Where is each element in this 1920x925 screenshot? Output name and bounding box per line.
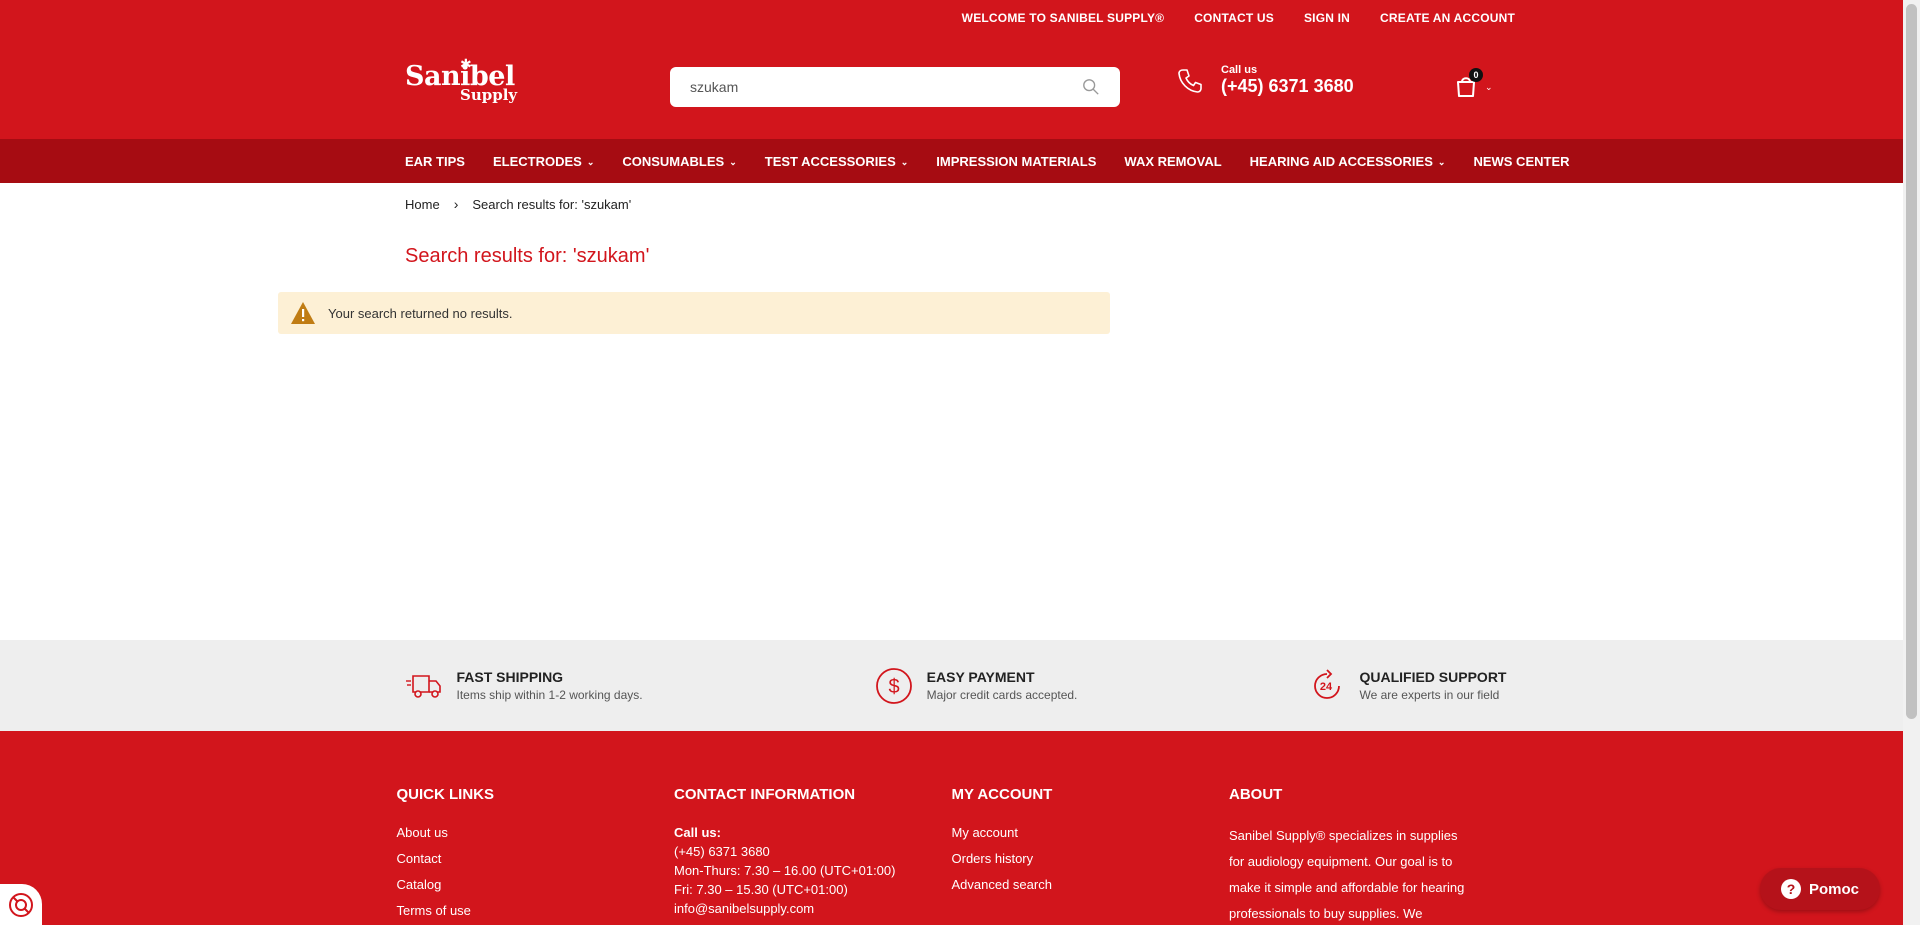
footer-link-terms[interactable]: Terms of use	[397, 901, 675, 921]
nav-item-label: HEARING AID ACCESSORIES	[1249, 153, 1433, 169]
feature-payment: $ EASY PAYMENT Major credit cards accept…	[875, 667, 1078, 705]
footer: QUICK LINKS About us Contact Catalog Ter…	[0, 731, 1903, 925]
nav-item-label: CONSUMABLES	[622, 153, 725, 169]
nav-item-wax-removal[interactable]: WAX REMOVAL	[1110, 154, 1235, 169]
top-links: WELCOME TO SANIBEL SUPPLY® CONTACT US SI…	[405, 0, 1515, 36]
features-bar: FAST SHIPPING Items ship within 1-2 work…	[0, 640, 1903, 731]
nav-item-consumables[interactable]: CONSUMABLES ⌄	[608, 154, 750, 169]
svg-text:$: $	[888, 676, 899, 698]
svg-text:24: 24	[1320, 681, 1333, 693]
search-bar	[670, 67, 1120, 107]
chevron-down-icon[interactable]: ⌄	[1485, 82, 1493, 93]
main-nav: EAR TIPS ELECTRODES ⌄ CONSUMABLES ⌄ TEST ACCE…	[0, 139, 1920, 183]
feature-desc: Items ship within 1-2 working days.	[456, 688, 643, 702]
notice-text: Your search returned no results.	[328, 305, 513, 321]
about-text-line: make it simple and affordable for hearin…	[1229, 880, 1465, 895]
footer-hours-mon-thu: Mon-Thurs: 7.30 – 16.00 (UTC+01:00)	[674, 863, 896, 878]
footer-link-orders[interactable]: Orders history	[952, 849, 1230, 869]
logo-star-icon: ✱	[460, 56, 472, 72]
cart-count-badge: 0	[1469, 68, 1483, 82]
feature-support: 24 QUALIFIED SUPPORT We are experts in o…	[1309, 668, 1506, 704]
footer-link-contact[interactable]: Contact	[397, 849, 675, 869]
footer-link-my-account[interactable]: My account	[952, 823, 1230, 843]
lifebuoy-icon	[9, 892, 33, 917]
truck-icon	[405, 674, 441, 698]
about-text-line: professionals to buy supplies. We	[1229, 906, 1423, 921]
phone-icon	[1178, 68, 1202, 93]
nav-item-label: TEST ACCESSORIES	[764, 153, 896, 169]
nav-item-label: NEWS CENTER	[1473, 153, 1570, 169]
nav-item-ear-tips[interactable]: EAR TIPS	[405, 154, 479, 169]
chevron-right-icon: ›	[453, 196, 459, 212]
welcome-text: WELCOME TO SANIBEL SUPPLY®	[961, 11, 1165, 25]
footer-heading: CONTACT INFORMATION	[674, 786, 856, 803]
warning-icon	[291, 302, 315, 324]
feature-title: EASY PAYMENT	[926, 669, 1035, 685]
about-text-line: for audiology equipment. Our goal is to	[1229, 854, 1453, 869]
contact-us-link[interactable]: CONTACT US	[1194, 11, 1274, 25]
nav-item-impression-materials[interactable]: IMPRESSION MATERIALS	[922, 154, 1110, 169]
footer-heading: QUICK LINKS	[396, 786, 495, 803]
footer-link-advanced-search[interactable]: Advanced search	[952, 875, 1230, 895]
chevron-down-icon: ⌄	[729, 156, 737, 167]
footer-contact-info: CONTACT INFORMATION Call us: (+45) 6371 …	[674, 786, 952, 925]
page-scrollbar[interactable]	[1903, 0, 1920, 925]
sign-in-link[interactable]: SIGN IN	[1304, 11, 1350, 25]
no-results-notice: Your search returned no results.	[278, 292, 1110, 334]
call-us-label: Call us	[1221, 64, 1258, 76]
footer-about: ABOUT Sanibel Supply® specializes in sup…	[1229, 786, 1507, 925]
feature-title: QUALIFIED SUPPORT	[1359, 669, 1507, 685]
phone-number[interactable]: (+45) 6371 3680	[1221, 76, 1354, 97]
support-24-icon: 24	[1314, 668, 1341, 699]
footer-quick-links: QUICK LINKS About us Contact Catalog Ter…	[397, 786, 675, 925]
breadcrumb-home[interactable]: Home	[405, 197, 440, 212]
help-button[interactable]: ? Pomoc	[1760, 868, 1880, 910]
page-title: Search results for: 'szukam'	[405, 245, 650, 267]
feature-shipping: FAST SHIPPING Items ship within 1-2 work…	[405, 669, 643, 702]
about-text-line: Sanibel Supply® specializes in supplies	[1229, 828, 1458, 843]
logo-line2: Supply	[460, 86, 518, 104]
footer-link-catalog[interactable]: Catalog	[397, 875, 675, 895]
search-icon[interactable]	[1082, 78, 1100, 96]
phone-contact: Call us (+45) 6371 3680	[1175, 64, 1354, 97]
logo[interactable]: ✱ Sanibel Supply	[405, 56, 518, 110]
chat-widget-icon[interactable]	[0, 884, 42, 925]
nav-item-electrodes[interactable]: ELECTRODES ⌄	[479, 154, 608, 169]
create-account-link[interactable]: CREATE AN ACCOUNT	[1380, 11, 1515, 25]
chevron-down-icon: ⌄	[586, 156, 595, 167]
footer-phone[interactable]: (+45) 6371 3680	[674, 842, 952, 861]
chevron-down-icon: ⌄	[1437, 156, 1446, 167]
nav-item-test-accessories[interactable]: TEST ACCESSORIES ⌄	[751, 154, 923, 169]
feature-title: FAST SHIPPING	[456, 669, 564, 685]
dollar-icon: $	[875, 667, 912, 704]
nav-item-news-center[interactable]: NEWS CENTER	[1459, 154, 1583, 169]
footer-heading: ABOUT	[1229, 786, 1283, 803]
nav-item-label: ELECTRODES	[492, 153, 582, 169]
mini-cart[interactable]: 0 ⌄	[1455, 68, 1493, 98]
nav-item-label: EAR TIPS	[405, 153, 465, 169]
search-input[interactable]	[690, 79, 1082, 95]
footer-my-account: MY ACCOUNT My account Orders history Adv…	[952, 786, 1230, 925]
header: WELCOME TO SANIBEL SUPPLY® CONTACT US SI…	[0, 0, 1920, 139]
footer-link-about[interactable]: About us	[397, 823, 675, 843]
footer-hours-fri: Fri: 7.30 – 15.30 (UTC+01:00)	[674, 882, 848, 897]
nav-item-label: WAX REMOVAL	[1124, 153, 1222, 169]
footer-email[interactable]: info@sanibelsupply.com	[674, 899, 952, 918]
scrollbar-thumb[interactable]	[1906, 4, 1917, 719]
feature-desc: Major credit cards accepted.	[926, 688, 1078, 702]
nav-item-label: IMPRESSION MATERIALS	[936, 153, 1097, 169]
feature-desc: We are experts in our field	[1359, 688, 1500, 702]
footer-heading: MY ACCOUNT	[951, 786, 1053, 803]
call-us-label: Call us:	[674, 825, 721, 840]
breadcrumb: Home › Search results for: 'szukam'	[405, 183, 1515, 225]
help-button-label: Pomoc	[1808, 880, 1859, 898]
breadcrumb-current: Search results for: 'szukam'	[472, 196, 632, 212]
chevron-down-icon: ⌄	[900, 156, 909, 167]
nav-item-hearing-aid-accessories[interactable]: HEARING AID ACCESSORIES ⌄	[1236, 154, 1460, 169]
question-icon: ?	[1780, 879, 1801, 899]
